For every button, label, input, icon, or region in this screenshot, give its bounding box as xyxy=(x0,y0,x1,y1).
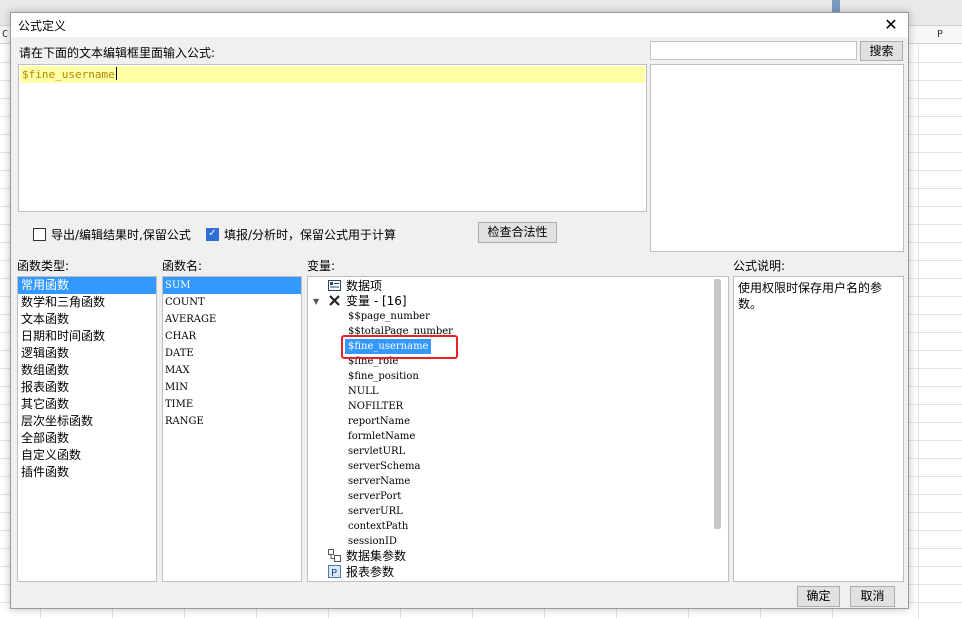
function-name-item[interactable]: TIME xyxy=(163,396,301,413)
function-type-item[interactable]: 逻辑函数 xyxy=(18,345,156,362)
tree-node-data-items[interactable]: 数据项 xyxy=(328,279,382,294)
variable-item[interactable]: contextPath xyxy=(345,519,411,534)
variables-scrollbar[interactable] xyxy=(714,279,721,529)
svg-text:P: P xyxy=(331,568,337,578)
function-names-list[interactable]: SUM COUNT AVERAGE CHAR DATE MAX MIN TIME… xyxy=(162,276,302,582)
function-names-label: 函数名: xyxy=(162,259,203,273)
function-type-item[interactable]: 常用函数 xyxy=(18,277,156,294)
dataset-params-icon xyxy=(328,549,341,562)
function-name-item[interactable]: RANGE xyxy=(163,413,301,430)
function-name-item[interactable]: COUNT xyxy=(163,294,301,311)
function-type-item[interactable]: 数组函数 xyxy=(18,362,156,379)
report-params-icon: P xyxy=(328,565,341,579)
function-types-list[interactable]: 常用函数 数学和三角函数 文本函数 日期和时间函数 逻辑函数 数组函数 报表函数… xyxy=(17,276,157,582)
function-name-item[interactable]: AVERAGE xyxy=(163,311,301,328)
variables-icon xyxy=(328,294,341,307)
tree-node-variables[interactable]: 变量 - [16] xyxy=(328,294,407,309)
variable-item[interactable]: $fine_role xyxy=(345,354,401,369)
description-label: 公式说明: xyxy=(733,259,786,273)
expand-arrow-icon[interactable]: ▼ xyxy=(313,297,319,306)
function-name-item[interactable]: DATE xyxy=(163,345,301,362)
function-name-item[interactable]: SUM xyxy=(163,277,301,294)
dataset-params-label: 数据集参数 xyxy=(346,549,407,563)
tree-node-report-params[interactable]: P 报表参数 xyxy=(328,565,394,580)
function-type-item[interactable]: 层次坐标函数 xyxy=(18,413,156,430)
cancel-button[interactable]: 取消 xyxy=(850,586,895,607)
function-type-item[interactable]: 全部函数 xyxy=(18,430,156,447)
function-name-item[interactable]: CHAR xyxy=(163,328,301,345)
close-icon[interactable]: ✕ xyxy=(880,15,902,35)
check-validity-button[interactable]: 检查合法性 xyxy=(478,222,557,243)
variable-item[interactable]: sessionID xyxy=(345,534,400,549)
column-label-p[interactable]: P xyxy=(937,29,943,40)
variable-item[interactable]: $fine_position xyxy=(345,369,422,384)
variable-item[interactable]: serverSchema xyxy=(345,459,423,474)
variables-tree[interactable]: 数据项 ▼ 变量 - [16] $$page_number $$totalPag… xyxy=(307,276,729,582)
variable-item[interactable]: $fine_username xyxy=(345,339,432,354)
tree-node-dataset-params[interactable]: 数据集参数 xyxy=(328,549,406,564)
data-items-icon xyxy=(328,279,341,292)
dialog-titlebar[interactable]: 公式定义 ✕ xyxy=(11,13,908,37)
description-panel: 使用权限时保存用户名的参数。 xyxy=(733,276,904,582)
variable-item[interactable]: serverName xyxy=(345,474,413,489)
function-type-item[interactable]: 插件函数 xyxy=(18,464,156,481)
formula-text: $fine_username xyxy=(22,68,115,81)
variable-item[interactable]: servletURL xyxy=(345,444,408,459)
variables-node-label: 变量 - [16] xyxy=(346,294,407,308)
grid-line xyxy=(918,44,919,618)
formula-line[interactable]: $fine_username xyxy=(20,66,645,83)
editor-label: 请在下面的文本编辑框里面输入公式: xyxy=(19,46,216,60)
variable-item[interactable]: NULL xyxy=(345,384,381,399)
function-name-item[interactable]: MAX xyxy=(163,362,301,379)
keep-formula-fill-label: 填报/分析时，保留公式用于计算 xyxy=(224,227,397,242)
variable-item[interactable]: reportName xyxy=(345,414,413,429)
variable-item[interactable]: $$page_number xyxy=(345,309,433,324)
function-type-item[interactable]: 其它函数 xyxy=(18,396,156,413)
function-type-item[interactable]: 自定义函数 xyxy=(18,447,156,464)
function-types-label: 函数类型: xyxy=(17,259,70,273)
checkbox-checked-icon[interactable]: ✓ xyxy=(206,227,219,241)
function-type-item[interactable]: 报表函数 xyxy=(18,379,156,396)
function-type-item[interactable]: 日期和时间函数 xyxy=(18,328,156,345)
checkbox-unchecked-icon[interactable] xyxy=(33,227,46,241)
description-text: 使用权限时保存用户名的参数。 xyxy=(738,281,883,311)
data-items-label: 数据项 xyxy=(346,279,383,293)
search-button[interactable]: 搜索 xyxy=(860,41,903,61)
function-type-item[interactable]: 文本函数 xyxy=(18,311,156,328)
variable-item[interactable]: serverPort xyxy=(345,489,404,504)
report-params-label: 报表参数 xyxy=(346,565,395,579)
variables-label: 变量: xyxy=(307,259,336,273)
dialog-title: 公式定义 xyxy=(18,19,67,33)
keep-formula-export-option[interactable]: 导出/编辑结果时,保留公式 xyxy=(33,226,191,242)
column-label-c[interactable]: C xyxy=(2,29,8,40)
ok-button[interactable]: 确定 xyxy=(797,586,840,607)
variable-item[interactable]: $$totalPage_number xyxy=(345,324,456,339)
text-caret xyxy=(115,67,117,80)
variable-item[interactable]: serverURL xyxy=(345,504,406,519)
search-results-list[interactable] xyxy=(650,64,904,252)
formula-dialog: 公式定义 ✕ 请在下面的文本编辑框里面输入公式: $fine_username … xyxy=(10,12,909,609)
variable-item[interactable]: formletName xyxy=(345,429,418,444)
formula-editor[interactable]: $fine_username xyxy=(18,64,647,212)
function-type-item[interactable]: 数学和三角函数 xyxy=(18,294,156,311)
search-input[interactable] xyxy=(650,41,857,60)
keep-formula-fill-option[interactable]: ✓ 填报/分析时，保留公式用于计算 xyxy=(206,226,396,242)
variable-item[interactable]: NOFILTER xyxy=(345,399,406,414)
keep-formula-export-label: 导出/编辑结果时,保留公式 xyxy=(51,227,191,242)
function-name-item[interactable]: MIN xyxy=(163,379,301,396)
